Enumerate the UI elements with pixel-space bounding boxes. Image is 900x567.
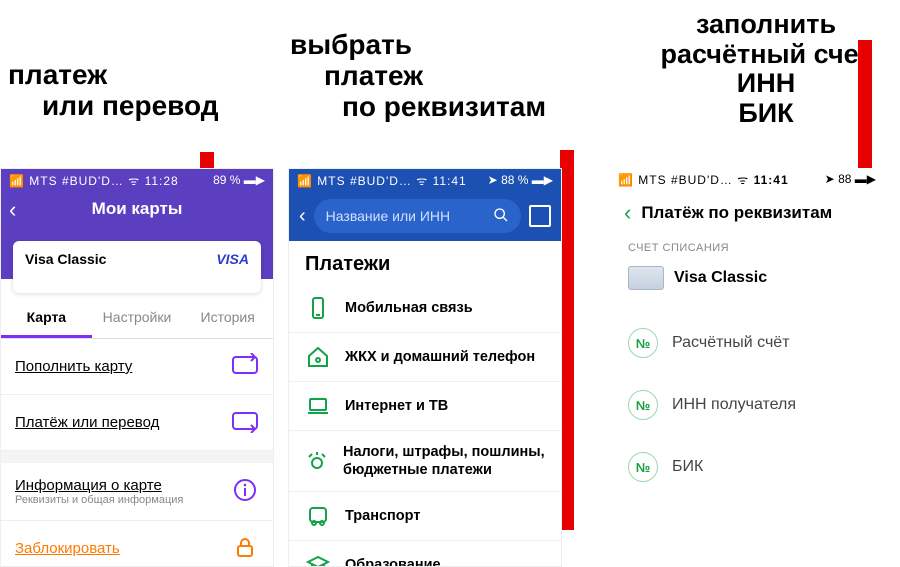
location-icon: ➤ xyxy=(488,173,498,187)
mobile-icon xyxy=(305,296,331,320)
section-label: СЧЕТ СПИСАНИЯ xyxy=(610,242,884,260)
account-name: Visa Classic xyxy=(674,269,767,287)
tabs: Карта Настройки История xyxy=(1,299,273,339)
annotation-bar-2 xyxy=(560,150,574,530)
card-tile[interactable]: Visa Classic VISA xyxy=(13,241,261,293)
location-icon: ➤ xyxy=(825,172,835,186)
caption-step-1: платежили перевод xyxy=(8,60,219,122)
number-badge-icon: № xyxy=(628,452,658,482)
wifi-icon: ᯤ xyxy=(737,173,749,187)
separator xyxy=(1,451,273,463)
row-card-info[interactable]: Информация о карте Реквизиты и общая инф… xyxy=(1,463,273,521)
number-badge-icon: № xyxy=(628,390,658,420)
field-account-number[interactable]: № Расчётный счёт xyxy=(610,312,884,374)
home-phone-icon xyxy=(305,345,331,369)
row-topup[interactable]: Пополнить карту xyxy=(1,339,273,395)
bus-icon xyxy=(305,504,331,528)
phone-screen-1: 📶 MTS #BUD'D… ᯤ 11:28 89 % ▬▶ ‹ Мои карт… xyxy=(0,168,274,567)
item-mobile[interactable]: Мобильная связь xyxy=(289,284,561,333)
item-taxes[interactable]: Налоги, штрафы, пошлины, бюджетные плате… xyxy=(289,431,561,492)
signal-icon: 📶 xyxy=(9,174,25,188)
item-internet-tv[interactable]: Интернет и ТВ xyxy=(289,382,561,431)
item-transport[interactable]: Транспорт xyxy=(289,492,561,541)
debit-account[interactable]: Visa Classic xyxy=(610,260,884,312)
tab-settings[interactable]: Настройки xyxy=(92,299,183,338)
item-utilities[interactable]: ЖКХ и домашний телефон xyxy=(289,333,561,382)
battery-icon: ▬▶ xyxy=(244,173,265,187)
row-payment-transfer[interactable]: Платёж или перевод xyxy=(1,395,273,451)
page-title: Мои карты xyxy=(1,199,273,219)
wifi-icon: ᯤ xyxy=(416,174,428,188)
header: ‹ Мои карты Visa Classic VISA xyxy=(1,191,273,279)
status-left: 📶 MTS #BUD'D… ᯤ 11:28 xyxy=(9,172,179,189)
back-button[interactable]: ‹ xyxy=(624,200,631,226)
number-badge-icon: № xyxy=(628,328,658,358)
card-name: Visa Classic xyxy=(25,251,106,267)
page-title: Платёж по реквизитам xyxy=(641,203,832,223)
qr-scan-icon[interactable] xyxy=(529,205,551,227)
status-right: 89 % ▬▶ xyxy=(213,173,265,187)
phone-screen-2: 📶 MTS #BUD'D… ᯤ 11:41 ➤ 88 % ▬▶ ‹ Назван… xyxy=(288,168,562,567)
item-education[interactable]: Образование xyxy=(289,541,561,567)
tab-history[interactable]: История xyxy=(182,299,273,338)
status-bar: 📶 MTS #BUD'D… ᯤ 11:41 ➤ 88 % ▬▶ xyxy=(289,169,561,191)
lock-icon xyxy=(231,535,259,562)
search-icon xyxy=(493,207,509,226)
wifi-icon: ᯤ xyxy=(128,174,140,188)
caption-step-2: выбратьплатежпо реквизитам xyxy=(290,30,546,122)
battery-icon: ▬▶ xyxy=(855,172,876,186)
back-button[interactable]: ‹ xyxy=(299,205,306,228)
field-bik[interactable]: № БИК xyxy=(610,436,884,498)
status-bar: 📶 MTS #BUD'D… ᯤ 11:41 ➤ 88 ▬▶ xyxy=(610,168,884,190)
visa-logo: VISA xyxy=(216,251,249,267)
header: ‹ Платёж по реквизитам xyxy=(610,190,884,242)
alert-icon xyxy=(305,449,329,473)
search-bar: ‹ Название или ИНН xyxy=(289,191,561,241)
search-input[interactable]: Название или ИНН xyxy=(314,199,521,233)
transfer-icon xyxy=(231,409,259,436)
battery-icon: ▬▶ xyxy=(532,173,553,187)
caption-step-3: заполнитьрасчётный счетИННБИК xyxy=(636,10,896,129)
card-thumb-icon xyxy=(628,266,664,290)
payments-heading: Платежи xyxy=(289,241,561,284)
phone-screen-3: 📶 MTS #BUD'D… ᯤ 11:41 ➤ 88 ▬▶ ‹ Платёж п… xyxy=(610,168,884,567)
topup-icon xyxy=(231,353,259,380)
signal-icon: 📶 xyxy=(297,174,313,188)
signal-icon: 📶 xyxy=(618,173,634,187)
field-inn[interactable]: № ИНН получателя xyxy=(610,374,884,436)
education-icon xyxy=(305,553,331,567)
status-bar: 📶 MTS #BUD'D… ᯤ 11:28 89 % ▬▶ xyxy=(1,169,273,191)
row-block[interactable]: Заблокировать xyxy=(1,521,273,567)
info-icon xyxy=(231,478,259,505)
laptop-icon xyxy=(305,394,331,418)
tab-card[interactable]: Карта xyxy=(1,299,92,338)
